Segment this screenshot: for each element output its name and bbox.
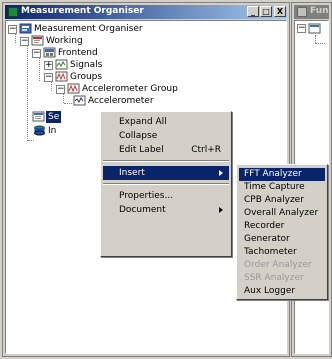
collapse-toggle-icon[interactable]: − <box>56 85 65 94</box>
menu-item-edit-label[interactable]: Edit Label Ctrl+R <box>103 143 229 157</box>
submenu-item-generator[interactable]: Generator <box>239 233 325 246</box>
tree-node-signals[interactable]: + Signals <box>6 59 206 71</box>
expand-toggle-icon[interactable]: + <box>44 61 53 70</box>
function-title-bar[interactable]: Fun <box>294 5 329 19</box>
function-root-icon <box>308 23 321 34</box>
submenu-item-aux-logger[interactable]: Aux Logger <box>239 285 325 298</box>
collapse-toggle-icon[interactable]: − <box>44 73 53 82</box>
submenu-item-cpb-analyzer[interactable]: CPB Analyzer <box>239 194 325 207</box>
tree-line <box>315 43 325 44</box>
tree-label: Groups <box>70 72 103 82</box>
tree-label: Measurement Organiser <box>34 24 143 34</box>
tree-node-accelerometer-group[interactable]: − Accelerometer Group <box>6 83 226 95</box>
menu-item-document[interactable]: Document <box>103 203 229 217</box>
submenu-item-overall-analyzer[interactable]: Overall Analyzer <box>239 207 325 220</box>
accelerometer-icon <box>73 95 86 106</box>
menu-item-collapse[interactable]: Collapse <box>103 129 229 143</box>
tree-label: Accelerometer Group <box>82 84 178 94</box>
window-title: Measurement Organiser <box>21 6 144 16</box>
submenu-item-tachometer[interactable]: Tachometer <box>239 246 325 259</box>
submenu-item-fft-analyzer[interactable]: FFT Analyzer <box>239 168 325 181</box>
title-bar[interactable]: Measurement Organiser _ □ X <box>5 5 287 19</box>
menu-separator <box>103 183 229 185</box>
setup-icon <box>32 111 45 122</box>
submenu-arrow-icon <box>219 170 223 176</box>
tree-label: Accelerometer <box>88 96 154 106</box>
app-icon <box>8 7 18 17</box>
insert-submenu: FFT Analyzer Time Capture CPB Analyzer Over… <box>236 164 328 300</box>
submenu-arrow-icon <box>219 207 223 213</box>
submenu-item-time-capture[interactable]: Time Capture <box>239 181 325 194</box>
accelerometer-group-icon <box>67 83 80 94</box>
tree-label: Signals <box>70 60 103 70</box>
function-window-title: Fun <box>310 6 329 16</box>
function-icon <box>297 7 307 17</box>
menu-item-expand-all[interactable]: Expand All <box>103 115 229 129</box>
tree-line <box>315 35 316 43</box>
collapse-toggle-icon[interactable]: − <box>297 24 306 33</box>
menu-separator <box>103 160 229 162</box>
signals-icon <box>55 59 68 70</box>
tree-node-input[interactable]: In <box>6 125 76 137</box>
tree-label-selected: Se <box>46 111 62 123</box>
tree-node-accelerometer[interactable]: Accelerometer <box>6 95 226 107</box>
organiser-icon <box>19 23 32 34</box>
frontend-icon <box>43 47 56 58</box>
submenu-item-ssr-analyzer: SSR Analyzer <box>244 273 304 283</box>
input-icon <box>34 125 45 136</box>
tree-node-working[interactable]: − Working <box>6 35 206 47</box>
context-menu: Expand All Collapse Edit Label Ctrl+R In… <box>100 111 232 257</box>
menu-item-insert[interactable]: Insert <box>103 166 229 180</box>
tree-node-selected[interactable]: Se <box>6 111 76 123</box>
tree-label: In <box>48 126 57 136</box>
tree-node-groups[interactable]: − Groups <box>6 71 206 83</box>
close-button[interactable]: X <box>274 6 286 17</box>
collapse-toggle-icon[interactable]: − <box>8 25 17 34</box>
tree-label: Frontend <box>58 48 98 58</box>
tree-node-frontend[interactable]: − Frontend <box>6 47 206 59</box>
collapse-toggle-icon[interactable]: − <box>20 37 29 46</box>
tree-line <box>28 140 34 141</box>
workspace-icon <box>31 35 44 46</box>
tree-label: Working <box>46 36 83 46</box>
edit-label-shortcut: Ctrl+R <box>191 145 221 155</box>
collapse-toggle-icon[interactable]: − <box>32 49 41 58</box>
minimize-button[interactable]: _ <box>247 6 259 17</box>
submenu-item-recorder[interactable]: Recorder <box>239 220 325 233</box>
menu-item-properties[interactable]: Properties... <box>103 189 229 203</box>
submenu-item-order-analyzer: Order Analyzer <box>244 260 312 270</box>
maximize-button[interactable]: □ <box>260 6 272 17</box>
tree-node-root[interactable]: − Measurement Organiser <box>6 23 206 35</box>
groups-icon <box>55 71 68 82</box>
